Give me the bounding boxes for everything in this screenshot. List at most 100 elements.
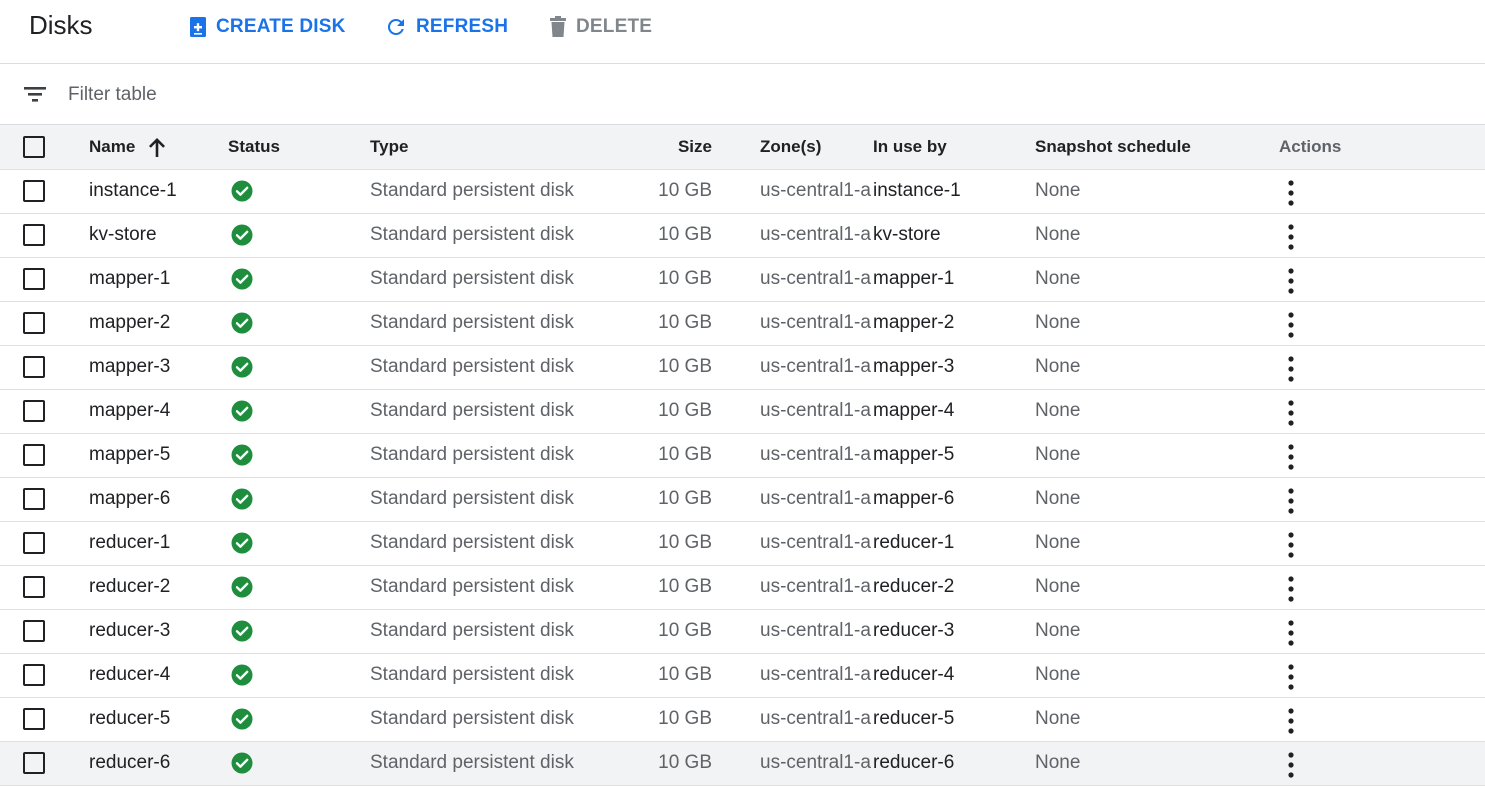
column-header-zone[interactable]: Zone(s) <box>712 125 873 170</box>
row-checkbox[interactable] <box>23 224 45 246</box>
disk-name[interactable]: reducer-2 <box>89 565 228 610</box>
filter-input[interactable] <box>68 81 668 109</box>
disk-name[interactable]: reducer-6 <box>89 741 228 786</box>
disk-name[interactable]: mapper-2 <box>89 301 228 346</box>
more-vert-icon[interactable] <box>1287 663 1295 690</box>
disk-name[interactable]: kv-store <box>89 213 228 258</box>
disk-in-use-by[interactable]: reducer-2 <box>873 565 1035 610</box>
actions-cell <box>1279 609 1485 654</box>
row-checkbox[interactable] <box>23 356 45 378</box>
disk-in-use-by[interactable]: mapper-6 <box>873 477 1035 522</box>
table-row[interactable]: mapper-4 Standard persistent disk 10 GB … <box>0 389 1485 434</box>
check-circle-icon <box>231 224 253 246</box>
more-vert-icon[interactable] <box>1287 707 1295 734</box>
disk-name[interactable]: mapper-3 <box>89 345 228 390</box>
delete-button[interactable]: DELETE <box>548 14 652 40</box>
disk-name[interactable]: reducer-5 <box>89 697 228 742</box>
more-vert-icon[interactable] <box>1287 355 1295 382</box>
disk-in-use-by[interactable]: reducer-3 <box>873 609 1035 654</box>
disk-name[interactable]: reducer-1 <box>89 521 228 566</box>
table-row[interactable]: instance-1 Standard persistent disk 10 G… <box>0 169 1485 214</box>
arrow-up-icon[interactable] <box>147 136 167 158</box>
table-row[interactable]: mapper-2 Standard persistent disk 10 GB … <box>0 301 1485 346</box>
row-select-cell <box>0 477 89 522</box>
disk-name[interactable]: mapper-6 <box>89 477 228 522</box>
disk-name[interactable]: reducer-3 <box>89 609 228 654</box>
more-vert-icon[interactable] <box>1287 399 1295 426</box>
disk-in-use-by[interactable]: mapper-4 <box>873 389 1035 434</box>
more-vert-icon[interactable] <box>1287 531 1295 558</box>
table-row[interactable]: reducer-4 Standard persistent disk 10 GB… <box>0 653 1485 698</box>
disk-name[interactable]: mapper-1 <box>89 257 228 302</box>
table-row[interactable]: mapper-6 Standard persistent disk 10 GB … <box>0 477 1485 522</box>
disk-in-use-by[interactable]: reducer-1 <box>873 521 1035 566</box>
column-header-size[interactable]: Size <box>590 125 712 170</box>
row-checkbox[interactable] <box>23 312 45 334</box>
disk-zone: us-central1-a <box>712 477 873 522</box>
disk-in-use-by[interactable]: instance-1 <box>873 169 1035 214</box>
create-disk-button[interactable]: CREATE DISK <box>188 14 346 40</box>
table-row[interactable]: reducer-2 Standard persistent disk 10 GB… <box>0 565 1485 610</box>
more-vert-icon[interactable] <box>1287 443 1295 470</box>
check-circle-icon <box>231 752 253 774</box>
check-circle-icon <box>231 576 253 598</box>
disk-type: Standard persistent disk <box>370 257 590 302</box>
table-row[interactable]: reducer-5 Standard persistent disk 10 GB… <box>0 697 1485 742</box>
row-select-cell <box>0 697 89 742</box>
row-checkbox[interactable] <box>23 708 45 730</box>
disk-in-use-by[interactable]: kv-store <box>873 213 1035 258</box>
row-checkbox[interactable] <box>23 620 45 642</box>
table-row[interactable]: mapper-5 Standard persistent disk 10 GB … <box>0 433 1485 478</box>
row-checkbox[interactable] <box>23 400 45 422</box>
disk-in-use-by[interactable]: mapper-5 <box>873 433 1035 478</box>
more-vert-icon[interactable] <box>1287 311 1295 338</box>
disk-size: 10 GB <box>590 565 712 610</box>
table-row[interactable]: mapper-3 Standard persistent disk 10 GB … <box>0 345 1485 390</box>
disk-in-use-by[interactable]: mapper-3 <box>873 345 1035 390</box>
column-header-name[interactable]: Name <box>89 125 228 170</box>
disk-type: Standard persistent disk <box>370 609 590 654</box>
row-checkbox[interactable] <box>23 532 45 554</box>
disk-zone: us-central1-a <box>712 565 873 610</box>
column-header-in-use-by[interactable]: In use by <box>873 125 1035 170</box>
disk-in-use-by[interactable]: reducer-5 <box>873 697 1035 742</box>
more-vert-icon[interactable] <box>1287 179 1295 206</box>
column-header-type[interactable]: Type <box>370 125 590 170</box>
table-row[interactable]: kv-store Standard persistent disk 10 GB … <box>0 213 1485 258</box>
disk-zone: us-central1-a <box>712 257 873 302</box>
disk-name[interactable]: mapper-5 <box>89 433 228 478</box>
select-all-checkbox[interactable] <box>23 135 45 158</box>
disk-name[interactable]: reducer-4 <box>89 653 228 698</box>
disk-in-use-by[interactable]: reducer-4 <box>873 653 1035 698</box>
more-vert-icon[interactable] <box>1287 619 1295 646</box>
more-vert-icon[interactable] <box>1287 575 1295 602</box>
filter-icon[interactable] <box>24 85 46 103</box>
row-checkbox[interactable] <box>23 268 45 290</box>
disk-in-use-by[interactable]: reducer-6 <box>873 741 1035 786</box>
table-row[interactable]: reducer-1 Standard persistent disk 10 GB… <box>0 521 1485 566</box>
table-body: instance-1 Standard persistent disk 10 G… <box>0 169 1485 786</box>
disk-size: 10 GB <box>590 741 712 786</box>
table-row[interactable]: reducer-6 Standard persistent disk 10 GB… <box>0 741 1485 786</box>
more-vert-icon[interactable] <box>1287 751 1295 778</box>
column-header-actions: Actions <box>1279 125 1485 170</box>
disk-name[interactable]: mapper-4 <box>89 389 228 434</box>
more-vert-icon[interactable] <box>1287 487 1295 514</box>
column-header-snapshot-schedule[interactable]: Snapshot schedule <box>1035 125 1279 170</box>
more-vert-icon[interactable] <box>1287 223 1295 250</box>
table-row[interactable]: reducer-3 Standard persistent disk 10 GB… <box>0 609 1485 654</box>
row-checkbox[interactable] <box>23 488 45 510</box>
row-checkbox[interactable] <box>23 752 45 774</box>
row-checkbox[interactable] <box>23 576 45 598</box>
disk-in-use-by[interactable]: mapper-1 <box>873 257 1035 302</box>
disk-in-use-by[interactable]: mapper-2 <box>873 301 1035 346</box>
disk-name[interactable]: instance-1 <box>89 169 228 214</box>
refresh-button[interactable]: REFRESH <box>384 14 508 40</box>
actions-cell <box>1279 741 1485 786</box>
column-header-status[interactable]: Status <box>228 125 370 170</box>
table-row[interactable]: mapper-1 Standard persistent disk 10 GB … <box>0 257 1485 302</box>
row-checkbox[interactable] <box>23 180 45 202</box>
row-checkbox[interactable] <box>23 444 45 466</box>
more-vert-icon[interactable] <box>1287 267 1295 294</box>
row-checkbox[interactable] <box>23 664 45 686</box>
